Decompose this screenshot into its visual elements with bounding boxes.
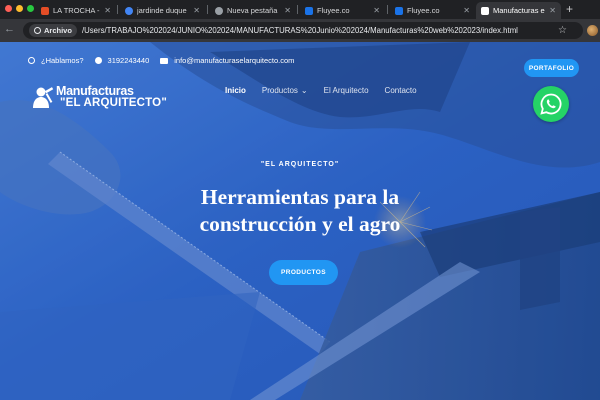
nav-el-arquitecto[interactable]: El Arquitecto — [324, 86, 369, 95]
google-icon — [125, 6, 133, 15]
profile-avatar[interactable] — [587, 25, 598, 36]
window-controls — [5, 5, 34, 12]
portfolio-button[interactable]: PORTAFOLIO — [524, 59, 579, 77]
browser-toolbar: ← Archivo /Users/TRABAJO%202024/JUNIO%20… — [0, 19, 600, 42]
contact-email[interactable]: info@manufacturaselarquitecto.com — [160, 56, 294, 65]
contact-phone[interactable]: 3192243440 — [94, 56, 149, 65]
address-bar[interactable]: Archivo /Users/TRABAJO%202024/JUNIO%2020… — [23, 22, 583, 39]
maximize-window-button[interactable] — [27, 5, 34, 12]
tab-la-trocha[interactable]: LA TROCHA - La C ✕ — [36, 2, 116, 19]
whatsapp-icon — [540, 93, 562, 115]
nav-productos[interactable]: Productos ⌄ — [262, 86, 308, 95]
question-icon — [28, 57, 35, 64]
nav-contacto[interactable]: Contacto — [385, 86, 417, 95]
tab-close-icon[interactable]: ✕ — [373, 6, 380, 15]
tab-favicon-icon — [41, 6, 49, 15]
url-text[interactable]: /Users/TRABAJO%202024/JUNIO%202024/MANUF… — [82, 26, 518, 35]
hero-title: Herramientas para la construcción y el a… — [199, 185, 401, 236]
new-tab-button[interactable]: + — [566, 2, 573, 16]
bookmark-star-icon[interactable]: ☆ — [558, 22, 567, 39]
tab-fluyee-2[interactable]: Fluyee.co ✕ — [390, 2, 475, 19]
chrome-icon — [215, 6, 223, 15]
file-chip[interactable]: Archivo — [29, 24, 77, 37]
page-favicon-icon — [481, 6, 489, 15]
back-arrow-icon[interactable]: ← — [4, 23, 15, 35]
whatsapp-small-icon — [94, 57, 102, 64]
tab-nueva-pestana[interactable]: Nueva pestaña ✕ — [210, 2, 296, 19]
info-icon — [34, 27, 41, 34]
tab-jardinde-duque[interactable]: jardinde duque - Bu ✕ — [120, 2, 205, 19]
nav-inicio[interactable]: Inicio — [225, 86, 246, 95]
tab-close-icon[interactable]: ✕ — [193, 6, 200, 15]
tab-close-icon[interactable]: ✕ — [463, 6, 470, 15]
logo-mark-icon — [33, 87, 54, 108]
web-page: ¿Hablamos? 3192243440 info@manufacturase… — [0, 42, 600, 400]
fluyee-favicon-icon — [305, 6, 313, 15]
productos-cta-button[interactable]: PRODUCTOS — [269, 260, 338, 285]
tab-close-icon[interactable]: ✕ — [104, 6, 111, 15]
tab-fluyee-1[interactable]: Fluyee.co ✕ — [300, 2, 385, 19]
close-window-button[interactable] — [5, 5, 12, 12]
contact-question[interactable]: ¿Hablamos? — [28, 56, 84, 65]
minimize-window-button[interactable] — [16, 5, 23, 12]
site-logo[interactable]: Manufacturas "EL ARQUITECTO" — [30, 82, 167, 112]
main-nav: Inicio Productos ⌄ El Arquitecto Contact… — [225, 86, 417, 95]
mail-icon — [160, 57, 169, 64]
tab-manufacturas-active[interactable]: Manufacturas el ar ✕ — [476, 2, 561, 19]
chevron-down-icon: ⌄ — [300, 86, 308, 95]
browser-tab-bar: LA TROCHA - La C ✕ jardinde duque - Bu ✕… — [0, 0, 600, 19]
tab-close-icon[interactable]: ✕ — [284, 6, 291, 15]
tab-close-icon[interactable]: ✕ — [549, 6, 556, 15]
whatsapp-float-button[interactable] — [533, 86, 569, 122]
fluyee-favicon-icon — [395, 6, 403, 15]
hero-kicker: "EL ARQUITECTO" — [260, 161, 340, 168]
contact-bar: ¿Hablamos? 3192243440 info@manufacturase… — [28, 56, 305, 65]
